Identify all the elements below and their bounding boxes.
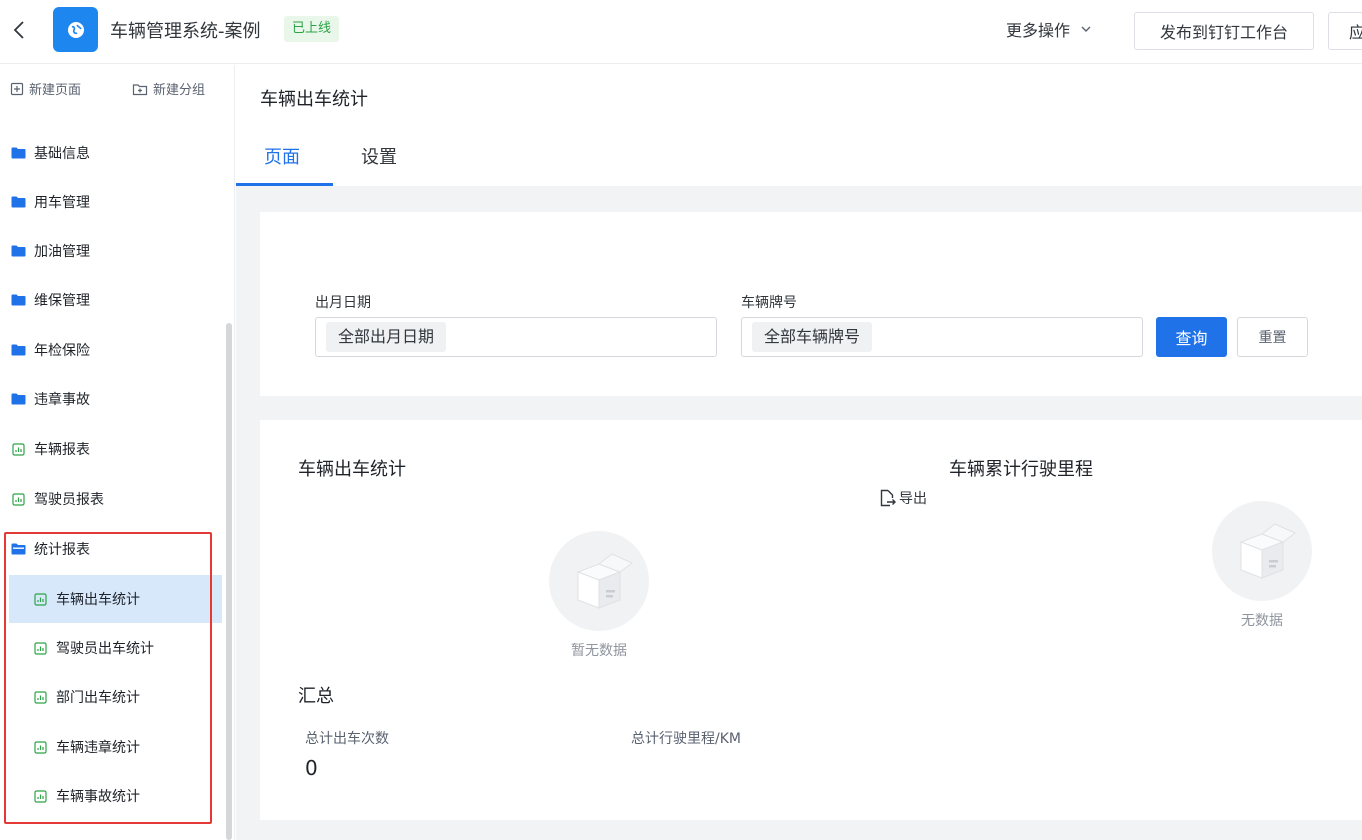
app-button[interactable]: 应 [1328,12,1362,50]
main-content: 车辆出车统计 页面 设置 出月日期 全部出月日期 车辆牌号 全部车辆牌号 查询 … [236,65,1362,840]
sidebar-item-label: 驾驶员出车统计 [56,641,154,657]
top-header: 车辆管理系统-案例 已上线 更多操作 发布到钉钉工作台 应 [0,0,1362,64]
folder-icon [10,292,26,308]
empty-box-icon [549,531,649,631]
plate-filter-select[interactable]: 全部车辆牌号 [741,317,1143,357]
query-button[interactable]: 查询 [1156,317,1227,357]
sidebar-item-fuel[interactable]: 加油管理 [0,227,222,275]
sidebar-item-label: 车辆违章统计 [56,740,140,756]
sidebar-item-vehicle-report[interactable]: 车辆报表 [0,425,222,473]
total-trips-label: 总计出车次数 [305,731,389,747]
sidebar-scrollbar[interactable] [226,323,232,840]
report-icon [32,591,48,607]
back-icon[interactable] [8,16,30,44]
report-icon [32,689,48,705]
empty-box-icon [1212,501,1312,601]
export-button[interactable]: 导出 [877,488,927,508]
sidebar-item-inspection[interactable]: 年检保险 [0,326,222,374]
folder-open-icon [10,541,26,557]
sidebar-subitem-driver-trips[interactable]: 驾驶员出车统计 [0,624,222,672]
folder-icon [10,194,26,210]
sidebar-item-driver-report[interactable]: 驾驶员报表 [0,475,222,523]
sidebar-item-label: 基础信息 [34,146,90,162]
new-page-icon [10,82,24,95]
new-page-label: 新建页面 [29,83,82,98]
publish-dingtalk-button[interactable]: 发布到钉钉工作台 [1134,12,1314,50]
sidebar-item-label: 部门出车统计 [56,690,140,706]
reset-button[interactable]: 重置 [1237,317,1308,357]
app-title: 车辆管理系统-案例 [110,21,261,42]
chart1-empty-state: 暂无数据 [548,530,650,660]
date-filter-select[interactable]: 全部出月日期 [315,317,717,357]
sidebar-item-label: 违章事故 [34,392,90,408]
sidebar-item-label: 年检保险 [34,343,90,359]
plate-filter-value: 全部车辆牌号 [752,322,873,352]
tab-page[interactable]: 页面 [264,143,300,169]
sidebar-item-label: 车辆报表 [34,442,90,458]
more-actions-dropdown[interactable]: 更多操作 [1006,17,1092,41]
chevron-down-icon [1081,26,1091,32]
stats-card: 车辆出车统计 导出 车辆累计行驶里程 暂无数据 无数据 汇总 总计出车次数 0 … [260,420,1362,820]
status-badge: 已上线 [284,16,340,42]
chart1-title: 车辆出车统计 [298,459,406,480]
report-icon [10,491,26,507]
sidebar-subitem-vehicle-trips[interactable]: 车辆出车统计 [9,575,222,623]
report-icon [32,739,48,755]
app-logo-icon [53,7,98,52]
sidebar-item-label: 统计报表 [34,542,90,558]
date-filter-label: 出月日期 [315,295,371,311]
more-actions-label: 更多操作 [1006,21,1071,40]
new-page-button[interactable]: 新建页面 [10,79,81,98]
page-title: 车辆出车统计 [260,89,368,110]
active-tab-indicator [236,183,333,186]
folder-icon [10,145,26,161]
sidebar-item-label: 用车管理 [34,195,90,211]
total-mileage-label: 总计行驶里程/KM [631,731,741,747]
sidebar-item-violations[interactable]: 违章事故 [0,375,222,423]
sidebar-item-stats-report[interactable]: 统计报表 [0,525,222,573]
folder-icon [10,243,26,259]
export-label: 导出 [899,491,927,507]
date-filter-value: 全部出月日期 [326,322,447,352]
sidebar: 新建页面 新建分组 基础信息 用车管理 加油管理 维保管理 年检保险 违章事故 … [0,65,235,840]
sidebar-item-maintenance[interactable]: 维保管理 [0,276,222,324]
chart2-title: 车辆累计行驶里程 [949,459,1093,480]
new-group-label: 新建分组 [153,83,206,98]
new-group-button[interactable]: 新建分组 [132,79,205,98]
report-icon [10,441,26,457]
chart2-empty-text: 无数据 [1241,613,1283,629]
sidebar-subitem-dept-trips[interactable]: 部门出车统计 [0,673,222,721]
sidebar-actions: 新建页面 新建分组 [0,65,234,111]
chart1-empty-text: 暂无数据 [571,643,627,659]
tab-settings[interactable]: 设置 [361,143,397,169]
sidebar-item-label: 车辆出车统计 [56,592,140,608]
page-header: 车辆出车统计 页面 设置 [236,65,1362,186]
sidebar-item-label: 车辆事故统计 [56,789,140,805]
sidebar-item-basic-info[interactable]: 基础信息 [0,129,222,177]
sidebar-item-label: 维保管理 [34,293,90,309]
plate-filter-label: 车辆牌号 [741,295,797,311]
sidebar-item-label: 加油管理 [34,244,90,260]
chart2-empty-state: 无数据 [1211,500,1313,630]
sidebar-item-vehicle-usage[interactable]: 用车管理 [0,178,222,226]
report-icon [32,640,48,656]
summary-title: 汇总 [298,686,334,707]
total-trips-value: 0 [305,756,318,780]
export-icon [880,489,896,507]
report-icon [32,788,48,804]
folder-icon [10,342,26,358]
folder-icon [10,391,26,407]
filter-card: 出月日期 全部出月日期 车辆牌号 全部车辆牌号 查询 重置 [260,212,1362,396]
sidebar-subitem-accident-stats[interactable]: 车辆事故统计 [0,772,222,820]
sidebar-subitem-violation-stats[interactable]: 车辆违章统计 [0,723,222,771]
new-group-icon [132,83,148,95]
sidebar-item-label: 驾驶员报表 [34,492,104,508]
